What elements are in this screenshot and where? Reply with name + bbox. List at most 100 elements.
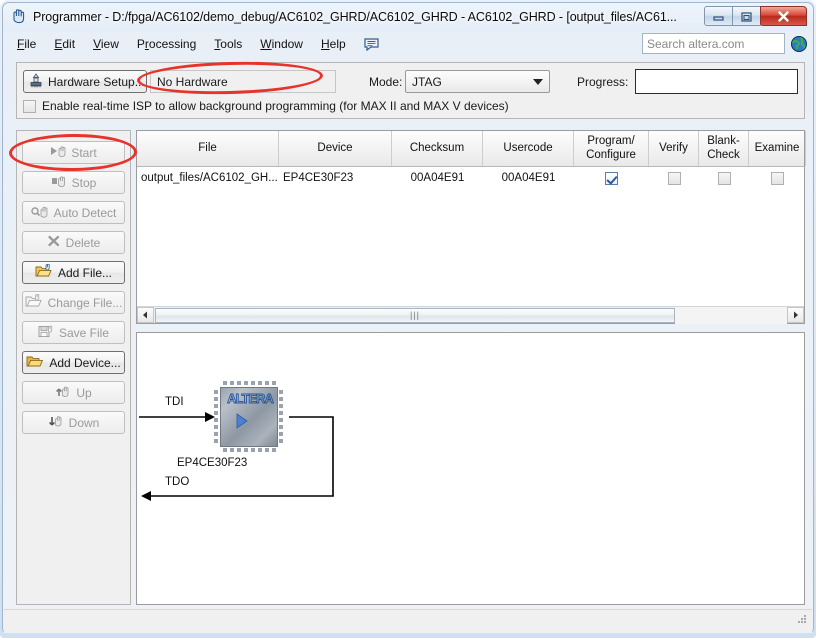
column-header-examine[interactable]: Examine — [749, 131, 806, 166]
programmer-window: Programmer - D:/fpga/AC6102/demo_debug/A… — [0, 0, 816, 638]
realtime-isp-label: Enable real-time ISP to allow background… — [42, 99, 509, 113]
cell-device: EP4CE30F23 — [283, 172, 354, 184]
start-button-label: Start — [71, 145, 97, 160]
window-title: Programmer - D:/fpga/AC6102/demo_debug/A… — [33, 9, 677, 24]
scroll-right-arrow-icon[interactable] — [787, 307, 804, 323]
save-file-icon — [38, 325, 54, 341]
menu-item-view[interactable]: View — [84, 34, 128, 54]
change-file-button[interactable]: Change File... — [22, 291, 125, 314]
menu-label-tools-rest: ools — [220, 37, 243, 51]
auto-detect-button[interactable]: Auto Detect — [22, 201, 125, 224]
menu-label-window-rest: indow — [271, 37, 303, 51]
mode-label: Mode: — [369, 75, 403, 89]
title-bar: Programmer - D:/fpga/AC6102/demo_debug/A… — [3, 3, 813, 30]
menu-label-help-rest: elp — [329, 37, 346, 51]
chip-pins-left — [214, 390, 218, 443]
move-down-button[interactable]: Down — [22, 411, 125, 434]
hardware-setup-button[interactable]: Hardware Setup... — [23, 70, 147, 93]
progress-label: Progress: — [577, 75, 629, 89]
chip-body: ALTERA — [220, 387, 278, 447]
chevron-down-icon — [533, 78, 543, 85]
quartus-hand-icon — [10, 8, 27, 25]
table-row[interactable]: output_files/AC6102_GH... EP4CE30F23 00A… — [137, 167, 804, 189]
column-header-program-configure[interactable]: Program/ Configure — [574, 131, 649, 166]
cell-usercode: 00A04E91 — [501, 172, 556, 184]
move-down-button-label: Down — [68, 415, 100, 430]
column-header-checksum[interactable]: Checksum — [392, 131, 483, 166]
speech-note-icon[interactable] — [363, 37, 380, 52]
fpga-device-graphic[interactable]: ALTERA — [214, 381, 284, 453]
close-button[interactable] — [760, 6, 807, 26]
device-part-label: EP4CE30F23 — [177, 457, 248, 469]
globe-icon[interactable] — [790, 35, 808, 53]
add-device-button[interactable]: Add Device... — [22, 351, 125, 374]
menu-mnemonic-window: W — [260, 37, 272, 51]
menu-mnemonic-help: H — [320, 37, 330, 51]
stop-button-label: Stop — [71, 175, 97, 190]
auto-detect-icon — [30, 205, 49, 221]
progress-bar — [635, 69, 798, 94]
hardware-setup-panel: Hardware Setup... No Hardware Mode: JTAG… — [16, 62, 805, 119]
status-bar — [4, 609, 812, 633]
save-file-button[interactable]: Save File — [22, 321, 125, 344]
save-file-button-label: Save File — [58, 325, 110, 340]
program-configure-checkbox[interactable] — [605, 171, 618, 185]
cell-checksum: 00A04E91 — [410, 172, 465, 184]
menu-item-help[interactable]: Help — [312, 34, 355, 54]
horizontal-scroll-track[interactable] — [675, 306, 787, 324]
menu-item-file[interactable]: File — [8, 34, 45, 54]
menu-mnemonic-view: V — [93, 37, 101, 51]
add-file-icon — [35, 263, 53, 281]
add-file-button[interactable]: Add File... — [22, 261, 125, 284]
window-controls — [704, 6, 807, 26]
svg-text:ALTERA: ALTERA — [227, 391, 274, 406]
menu-item-tools[interactable]: Tools — [205, 34, 251, 54]
move-up-button[interactable]: Up — [22, 381, 125, 404]
resize-grip-icon[interactable] — [796, 612, 808, 630]
add-file-button-label: Add File... — [57, 265, 113, 280]
chip-pins-right — [279, 390, 283, 443]
scroll-left-arrow-icon[interactable] — [137, 307, 154, 323]
cell-program-configure[interactable] — [574, 167, 649, 189]
menu-label-processing-p: P — [136, 37, 145, 51]
add-device-button-label: Add Device... — [49, 355, 121, 370]
cell-examine[interactable] — [749, 167, 806, 189]
column-header-device[interactable]: Device — [279, 131, 392, 166]
horizontal-scroll-thumb[interactable]: ||| — [155, 307, 675, 323]
table-header-row: File Device Checksum Usercode Program/ C… — [137, 131, 806, 167]
menu-item-processing[interactable]: Processing — [128, 34, 205, 54]
mode-select[interactable]: JTAG — [405, 70, 550, 93]
cell-blank-check[interactable] — [699, 167, 749, 189]
delete-x-icon — [47, 235, 61, 250]
start-button[interactable]: Start — [22, 141, 125, 164]
minimize-button[interactable] — [704, 6, 733, 26]
blank-check-checkbox[interactable] — [717, 171, 731, 185]
menu-item-window[interactable]: Window — [251, 34, 312, 54]
change-file-button-label: Change File... — [47, 295, 123, 310]
mode-selected-value: JTAG — [412, 74, 442, 89]
stop-button[interactable]: Stop — [22, 171, 125, 194]
table-horizontal-scrollbar[interactable]: ||| — [137, 306, 804, 324]
column-header-blank-check[interactable]: Blank- Check — [699, 131, 749, 166]
maximize-button[interactable] — [732, 6, 761, 26]
search-input[interactable] — [642, 33, 785, 54]
add-device-icon — [26, 354, 44, 371]
hardware-state-field[interactable]: No Hardware — [150, 70, 336, 93]
play-start-icon — [50, 145, 66, 160]
menu-label-file-rest: ile — [24, 37, 37, 51]
delete-button[interactable]: Delete — [22, 231, 125, 254]
column-header-verify[interactable]: Verify — [649, 131, 699, 166]
menu-item-edit[interactable]: Edit — [45, 34, 84, 54]
verify-checkbox[interactable] — [667, 171, 681, 185]
stop-icon — [51, 175, 67, 190]
menu-label-processing-rest: ocessing — [148, 37, 197, 51]
column-header-file[interactable]: File — [137, 131, 279, 166]
tdi-label: TDI — [165, 396, 184, 408]
chip-pins-bottom — [223, 448, 276, 452]
realtime-isp-checkbox[interactable] — [23, 99, 36, 113]
cell-verify[interactable] — [649, 167, 699, 189]
search-area — [642, 33, 808, 54]
realtime-isp-row[interactable]: Enable real-time ISP to allow background… — [23, 99, 509, 113]
examine-checkbox[interactable] — [771, 171, 784, 185]
column-header-usercode[interactable]: Usercode — [483, 131, 574, 166]
